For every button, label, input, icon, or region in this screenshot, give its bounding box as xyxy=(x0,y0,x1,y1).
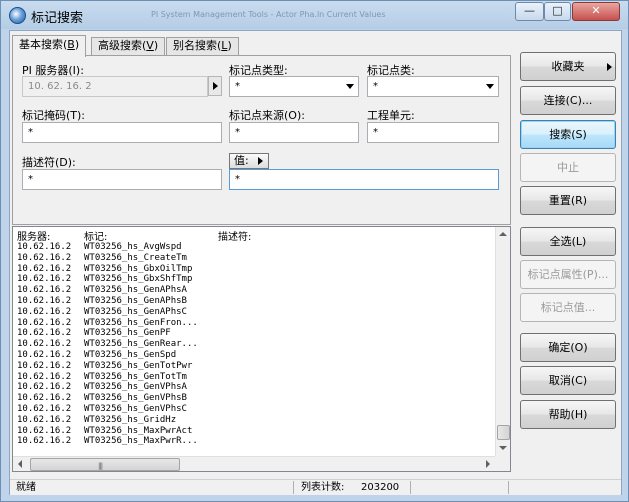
scroll-grip-icon: ||| xyxy=(98,462,103,470)
tag-search-window: 标记搜索 PI System Management Tools - Actor … xyxy=(0,0,629,502)
tag-values-button: 标记点值... xyxy=(520,293,616,322)
list-item[interactable]: 10.62.16.2 WT03256_hs_GenAPhsB xyxy=(13,296,493,307)
arrow-right-icon xyxy=(258,157,263,165)
list-item[interactable]: 10.62.16.2 WT03256_hs_GenAPhsC xyxy=(13,307,493,318)
list-item[interactable]: 10.62.16.2 WT03256_hs_GenTotPwr xyxy=(13,361,493,372)
status-divider xyxy=(508,481,509,494)
cancel-button[interactable]: 取消(C) xyxy=(520,366,616,395)
tab-label: 别名搜索( xyxy=(173,39,222,52)
tag-mask-field[interactable]: * xyxy=(22,122,222,143)
search-button[interactable]: 搜索(S) xyxy=(520,120,616,149)
value-field[interactable]: * xyxy=(229,169,499,190)
list-item[interactable]: 10.62.16.2 WT03256_hs_GenTotTm xyxy=(13,372,493,383)
favorites-button[interactable]: 收藏夹 xyxy=(520,52,616,81)
server-field: 10. 62. 16. 2 xyxy=(22,76,208,97)
tab-alias-search[interactable]: 别名搜索(L) xyxy=(166,37,239,55)
point-type-select[interactable]: * xyxy=(229,76,359,97)
dialog-client-area: 基本搜索(B) 高级搜索(V) 别名搜索(L) PI 服务器(I): 10. 6… xyxy=(9,30,622,495)
list-item[interactable]: 10.62.16.2 WT03256_hs_GenAPhsA xyxy=(13,285,493,296)
chevron-up-icon xyxy=(499,232,507,236)
connect-button[interactable]: 连接(C)... xyxy=(520,86,616,115)
background-window-title: PI System Management Tools - Actor Pha.l… xyxy=(151,10,386,19)
list-item[interactable]: 10.62.16.2 WT03256_hs_GenVPhsA xyxy=(13,382,493,393)
point-class-select[interactable]: * xyxy=(367,76,499,97)
minimize-button[interactable]: — xyxy=(515,2,544,21)
column-header-server[interactable]: 服务器: xyxy=(17,228,50,243)
list-item[interactable]: 10.62.16.2 WT03256_hs_GenVPhsB xyxy=(13,393,493,404)
pi-app-icon xyxy=(9,7,26,24)
list-item[interactable]: 10.62.16.2 WT03256_hs_GenRear... xyxy=(13,339,493,350)
list-item[interactable]: 10.62.16.2 WT03256_hs_GenFron... xyxy=(13,318,493,329)
arrow-right-icon xyxy=(607,63,612,71)
list-item[interactable]: 10.62.16.2 WT03256_hs_CreateTm xyxy=(13,253,493,264)
list-header: 服务器: 标记: 描述符: xyxy=(13,227,493,243)
list-item[interactable]: 10.62.16.2 WT03256_hs_MaxPwrR... xyxy=(13,436,493,447)
eng-units-label: 工程单元: xyxy=(367,109,415,122)
list-item[interactable]: 10.62.16.2 WT03256_hs_AvgWspd xyxy=(13,242,493,253)
chevron-right-icon xyxy=(486,460,490,468)
close-button[interactable]: ✕ xyxy=(572,2,620,21)
descriptor-label: 描述符(D): xyxy=(22,156,76,169)
scroll-up-button[interactable] xyxy=(496,227,510,242)
point-type-value: * xyxy=(235,81,240,92)
status-divider xyxy=(293,481,294,494)
list-count-value: 203200 xyxy=(361,482,400,493)
results-list[interactable]: 服务器: 标记: 描述符: 10.62.16.2 WT03256_hs_AvgWs… xyxy=(12,226,511,472)
scroll-right-button[interactable] xyxy=(480,457,495,471)
window-title: 标记搜索 xyxy=(31,11,84,26)
list-item[interactable]: 10.62.16.2 WT03256_hs_GridHz xyxy=(13,415,493,426)
list-item[interactable]: 10.62.16.2 WT03256_hs_GbxOilTmp xyxy=(13,264,493,275)
horizontal-scrollbar[interactable]: ||| xyxy=(13,456,495,471)
point-class-value: * xyxy=(373,81,378,92)
chevron-down-icon xyxy=(486,84,494,89)
column-header-tag[interactable]: 标记: xyxy=(84,228,107,243)
tag-mask-label: 标记掩码(T): xyxy=(22,109,86,122)
list-item[interactable]: 10.62.16.2 WT03256_hs_MaxPwrAct xyxy=(13,426,493,437)
list-item[interactable]: 10.62.16.2 WT03256_hs_GenSpd xyxy=(13,350,493,361)
eng-units-field[interactable]: * xyxy=(367,122,499,143)
horizontal-scroll-thumb[interactable]: ||| xyxy=(30,458,180,471)
descriptor-field[interactable]: * xyxy=(22,169,222,190)
point-source-field[interactable]: * xyxy=(229,122,359,143)
tab-advanced-search[interactable]: 高级搜索(V) xyxy=(91,37,166,55)
basic-search-panel: PI 服务器(I): 10. 62. 16. 2 标记点类型: * 标记点类: … xyxy=(12,55,511,225)
status-bar: 就绪 列表计数: 203200 xyxy=(10,479,621,495)
vertical-scroll-thumb[interactable] xyxy=(497,425,510,440)
list-item[interactable]: 10.62.16.2 WT03256_hs_GbxShfTmp xyxy=(13,274,493,285)
value-button-label: 值: xyxy=(234,154,249,167)
stop-button: 中止 xyxy=(520,153,616,182)
tab-basic-search[interactable]: 基本搜索(B) xyxy=(12,35,87,57)
tab-label: 基本搜索( xyxy=(19,38,68,51)
scrollbar-corner xyxy=(495,456,510,471)
help-button[interactable]: 帮助(H) xyxy=(520,400,616,429)
tag-attributes-button: 标记点属性(P)... xyxy=(520,260,616,289)
ok-button[interactable]: 确定(O) xyxy=(520,333,616,362)
value-operator-button[interactable]: 值: xyxy=(229,153,269,169)
point-source-label: 标记点来源(O): xyxy=(229,109,305,122)
list-rows: 10.62.16.2 WT03256_hs_AvgWspd 10.62.16.2 W… xyxy=(13,242,493,447)
list-count-label: 列表计数: xyxy=(301,482,345,493)
reset-button[interactable]: 重置(R) xyxy=(520,186,616,215)
select-all-button[interactable]: 全选(L) xyxy=(520,227,616,256)
chevron-down-icon xyxy=(499,446,507,450)
title-bar[interactable]: 标记搜索 PI System Management Tools - Actor … xyxy=(1,1,628,29)
vertical-scrollbar[interactable] xyxy=(495,227,510,456)
status-divider xyxy=(410,481,411,494)
chevron-left-icon xyxy=(18,460,22,468)
scroll-left-button[interactable] xyxy=(13,457,28,471)
chevron-down-icon xyxy=(346,84,354,89)
status-ready-text: 就绪 xyxy=(16,482,36,493)
list-item[interactable]: 10.62.16.2 WT03256_hs_GenVPhsC xyxy=(13,404,493,415)
server-browse-button[interactable] xyxy=(208,76,222,96)
scroll-down-button[interactable] xyxy=(496,441,510,456)
arrow-right-icon xyxy=(213,82,218,90)
list-item[interactable]: 10.62.16.2 WT03256_hs_GenPF xyxy=(13,328,493,339)
tab-label: 高级搜索( xyxy=(98,39,147,52)
maximize-button[interactable]: □ xyxy=(544,2,571,21)
column-header-descriptor[interactable]: 描述符: xyxy=(218,228,251,243)
